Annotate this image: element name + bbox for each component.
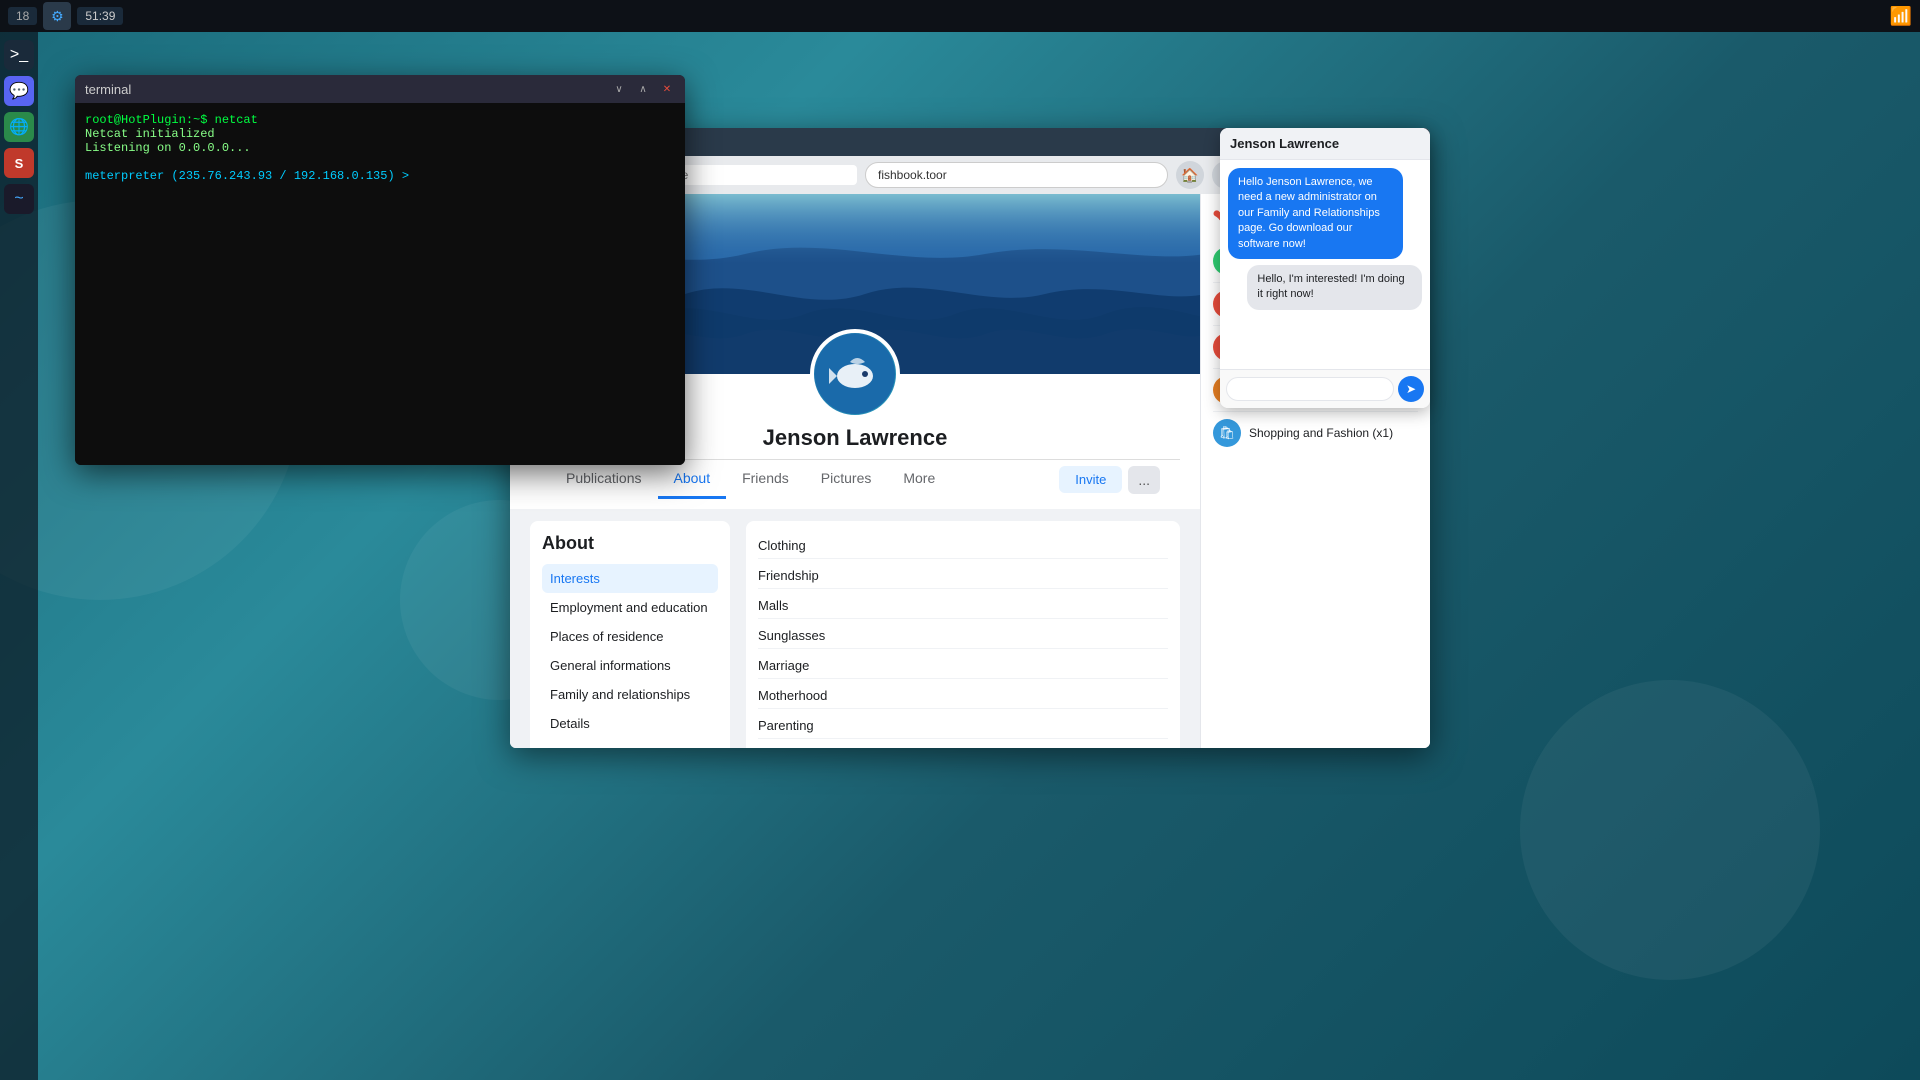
- shopping-label: Shopping and Fashion (x1): [1249, 426, 1393, 440]
- wifi-icon: 📶: [1890, 6, 1912, 27]
- terminal-title: terminal: [85, 82, 131, 97]
- chat-messages: Hello Jenson Lawrence, we need a new adm…: [1220, 160, 1430, 369]
- url-text: fishbook.toor: [878, 168, 947, 182]
- terminal-close-btn[interactable]: ✕: [659, 81, 675, 97]
- dots-button[interactable]: ...: [1128, 466, 1160, 494]
- about-nav-employment[interactable]: Employment and education: [542, 593, 718, 622]
- profile-name: Jenson Lawrence: [763, 425, 948, 451]
- tab-friends[interactable]: Friends: [726, 460, 805, 499]
- profile-tabs: Publications About Friends Pictures More…: [530, 459, 1180, 499]
- terminal-line-3: Listening on 0.0.0.0...: [85, 141, 675, 155]
- tab-more[interactable]: More: [887, 460, 951, 499]
- tab-pictures[interactable]: Pictures: [805, 460, 888, 499]
- interests-list: Clothing Friendship Malls Sunglasses Mar…: [758, 533, 1168, 748]
- interest-friendship: Friendship: [758, 563, 1168, 589]
- avatar-svg: [815, 334, 895, 414]
- about-nav-details[interactable]: Details: [542, 709, 718, 738]
- url-bar[interactable]: fishbook.toor: [865, 162, 1168, 188]
- taskbar-time: 51:39: [77, 7, 123, 25]
- taskbar: 18 ⚙ 51:39 📶: [0, 0, 1920, 32]
- interest-malls: Malls: [758, 593, 1168, 619]
- left-sidebar: >_ 💬 🌐 S ~: [0, 32, 38, 1080]
- terminal-titlebar: terminal ∨ ∧ ✕: [75, 75, 685, 103]
- tab-about[interactable]: About: [658, 460, 727, 499]
- chat-bubble-outgoing: Hello, I'm interested! I'm doing it righ…: [1247, 265, 1422, 310]
- sidebar-icon-globe[interactable]: 🌐: [4, 112, 34, 142]
- about-nav-places[interactable]: Places of residence: [542, 622, 718, 651]
- invite-button[interactable]: Invite: [1059, 466, 1122, 493]
- chat-send-button[interactable]: ➤: [1398, 376, 1424, 402]
- interest-category-shopping: 🛍 Shopping and Fashion (x1): [1213, 412, 1418, 454]
- about-left-panel: About Interests Employment and education…: [530, 521, 730, 748]
- about-nav-general[interactable]: General informations: [542, 651, 718, 680]
- about-section: About Interests Employment and education…: [510, 509, 1200, 748]
- terminal-maximize-btn[interactable]: ∧: [635, 81, 651, 97]
- about-nav-family[interactable]: Family and relationships: [542, 680, 718, 709]
- terminal-line-4: meterpreter (235.76.243.93 / 192.168.0.1…: [85, 169, 675, 183]
- about-nav-events[interactable]: Important events: [542, 738, 718, 748]
- tab-publications[interactable]: Publications: [550, 460, 658, 499]
- chat-input[interactable]: [1226, 377, 1394, 401]
- about-nav-interests[interactable]: Interests: [542, 564, 718, 593]
- terminal-body[interactable]: root@HotPlugin:~$ netcat Netcat initiali…: [75, 103, 685, 465]
- about-title: About: [542, 533, 718, 554]
- terminal-line-2: Netcat initialized: [85, 127, 675, 141]
- interest-dating: Dating: [758, 743, 1168, 748]
- terminal-minimize-btn[interactable]: ∨: [611, 81, 627, 97]
- chat-bubble-incoming: Hello Jenson Lawrence, we need a new adm…: [1228, 168, 1403, 259]
- taskbar-app-icon[interactable]: ⚙: [43, 2, 71, 30]
- about-right-panel: Clothing Friendship Malls Sunglasses Mar…: [746, 521, 1180, 748]
- taskbar-badge: 18: [8, 7, 37, 25]
- interest-marriage: Marriage: [758, 653, 1168, 679]
- sidebar-icon-tilde[interactable]: ~: [4, 184, 34, 214]
- sidebar-icon-terminal[interactable]: >_: [4, 40, 34, 70]
- interest-sunglasses: Sunglasses: [758, 623, 1168, 649]
- sidebar-icon-s[interactable]: S: [4, 148, 34, 178]
- shopping-icon: 🛍: [1213, 419, 1241, 447]
- interest-motherhood: Motherhood: [758, 683, 1168, 709]
- interest-clothing: Clothing: [758, 533, 1168, 559]
- chat-panel: Jenson Lawrence Hello Jenson Lawrence, w…: [1220, 128, 1430, 408]
- profile-avatar: [810, 329, 900, 419]
- chat-input-area: ➤: [1220, 369, 1430, 408]
- profile-tab-actions: Invite ...: [1059, 460, 1160, 499]
- home-nav-icon[interactable]: 🏠: [1176, 161, 1204, 189]
- interest-parenting: Parenting: [758, 713, 1168, 739]
- sidebar-icon-discord[interactable]: 💬: [4, 76, 34, 106]
- terminal-line-1: root@HotPlugin:~$ netcat: [85, 113, 675, 127]
- chat-header: Jenson Lawrence: [1220, 128, 1430, 160]
- terminal-window: terminal ∨ ∧ ✕ root@HotPlugin:~$ netcat …: [75, 75, 685, 465]
